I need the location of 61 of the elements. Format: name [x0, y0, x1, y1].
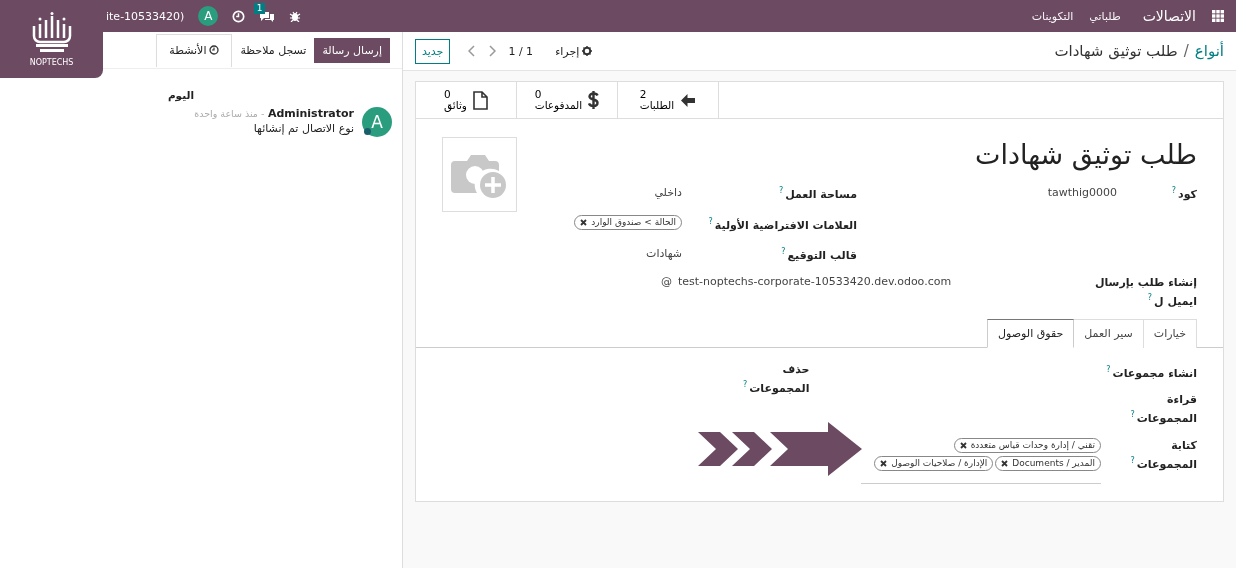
- menu-item[interactable]: طلباتي: [1089, 9, 1121, 23]
- date-separator: اليوم: [166, 89, 194, 101]
- field-label: قراءة المجموعات $^{?}$: [1129, 392, 1197, 426]
- help-icon[interactable]: ?: [778, 186, 784, 195]
- help-icon[interactable]: ?: [1171, 186, 1177, 195]
- field-label: العلامات الافتراضية الأولية $^{?}$: [707, 215, 857, 233]
- action-button[interactable]: إجراء: [555, 44, 593, 58]
- app-name[interactable]: الاتصالات: [1142, 8, 1196, 24]
- notification-badge: 1: [253, 2, 266, 14]
- file-icon: [472, 90, 488, 110]
- notebook-tab[interactable]: خيارات: [1142, 318, 1197, 348]
- user-name[interactable]: ite-10533420): [106, 9, 185, 23]
- chatter-button[interactable]: إرسال رسالة: [314, 37, 390, 63]
- message-author: Administrator: [267, 107, 354, 120]
- help-icon[interactable]: ?: [1130, 455, 1135, 465]
- field-label: كتابة المجموعات $^{?}$: [1129, 437, 1197, 473]
- help-icon[interactable]: ?: [743, 379, 748, 389]
- dollar-icon: [588, 90, 600, 110]
- help-icon[interactable]: ?: [1106, 364, 1111, 374]
- notebook-tab[interactable]: حقوق الوصول: [987, 318, 1075, 348]
- help-icon[interactable]: ?: [781, 247, 786, 257]
- logo-text: NOPTECHS: [29, 57, 74, 67]
- record-title: طلب توثيق شهادات: [974, 139, 1197, 173]
- arrow-icon: [680, 92, 697, 108]
- tags-field[interactable]: تقني / إدارة وحدات قياس متعددة Documents / المدير الإدارة / صلاحيات الوصول: [861, 437, 1101, 484]
- help-icon[interactable]: ?: [708, 216, 713, 226]
- field-value: داخلي: [654, 185, 682, 199]
- field-label: كود $^{?}$: [1170, 185, 1197, 202]
- field-label: حذف المجموعات $^{?}$: [742, 361, 810, 396]
- breadcrumb-separator: /: [1183, 42, 1189, 60]
- remove-icon[interactable]: [959, 441, 967, 449]
- menu-item[interactable]: التكوينات: [1031, 9, 1074, 23]
- gear-icon: [582, 46, 593, 56]
- clock-icon[interactable]: [232, 9, 246, 23]
- author-avatar: A: [362, 107, 392, 137]
- apps-menu-icon[interactable]: [1212, 10, 1224, 22]
- chatter-button[interactable]: الأنشطة: [156, 33, 233, 67]
- notebook-tab[interactable]: سير العمل: [1073, 318, 1144, 348]
- remove-icon[interactable]: [1001, 459, 1009, 467]
- new-button[interactable]: جديد: [415, 38, 451, 64]
- breadcrumb-link[interactable]: أنواع: [1194, 42, 1224, 60]
- remove-icon[interactable]: [580, 219, 588, 227]
- clock-icon: [209, 45, 220, 55]
- field-label: مساحة العمل $^{?}$: [777, 185, 857, 202]
- field-value: شهادات: [646, 247, 682, 261]
- field-value: tawthig0000: [1047, 185, 1117, 199]
- field-label: إنشاء طلب بإرسال ايميل ل $^{?}$: [1093, 274, 1197, 309]
- field-value: test-noptechs-corporate-10533420.dev.odoo.com: [677, 274, 952, 290]
- field-label: انشاء مجموعات $^{?}$: [1105, 363, 1197, 381]
- previous-icon[interactable]: [468, 45, 477, 57]
- message-body: نوع الاتصال تم إنشائها: [252, 122, 354, 135]
- remove-icon[interactable]: [880, 459, 888, 467]
- pager-value: 1 / 1: [508, 44, 534, 58]
- help-icon[interactable]: ?: [1147, 292, 1153, 302]
- help-icon[interactable]: ?: [1130, 410, 1135, 420]
- bug-icon[interactable]: [289, 10, 302, 22]
- field-label: قالب التوقيع $^{?}$: [780, 246, 857, 263]
- message-time: - منذ ساعة واحدة: [194, 108, 265, 119]
- next-icon[interactable]: [488, 45, 497, 57]
- at-sign: @: [660, 274, 672, 290]
- breadcrumb-current: طلب توثيق شهادات: [1054, 42, 1178, 60]
